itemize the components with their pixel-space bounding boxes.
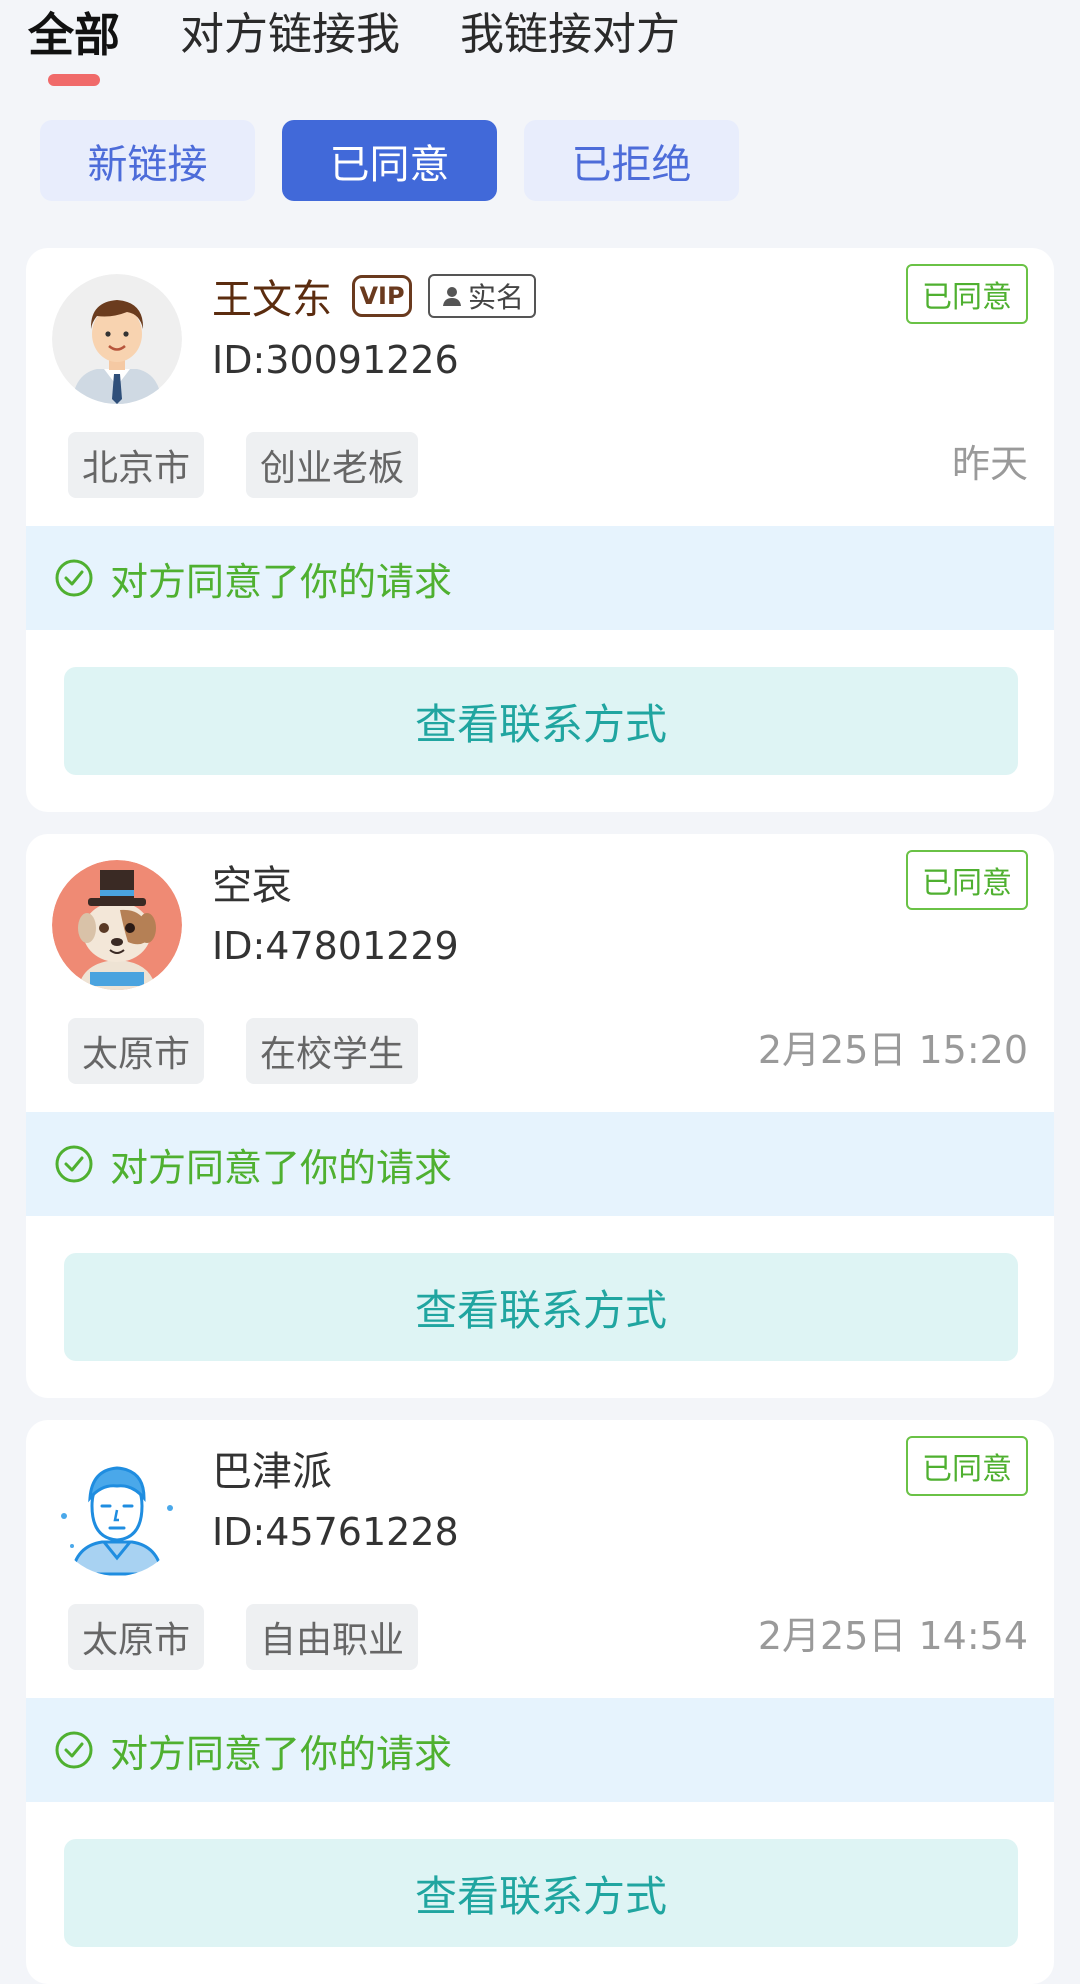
notice-text: 对方同意了你的请求 <box>110 559 453 604</box>
filter-new-button[interactable]: 新链接 <box>40 120 255 201</box>
avatar[interactable] <box>52 274 182 404</box>
view-contact-button[interactable]: 查看联系方式 <box>64 667 1018 775</box>
timestamp: 2月25日 14:54 <box>757 1614 1028 1658</box>
city-tag: 太原市 <box>68 1018 205 1084</box>
timestamp: 昨天 <box>951 442 1028 486</box>
person-icon <box>443 287 461 306</box>
occupation-tag: 创业老板 <box>246 432 419 498</box>
link-card[interactable]: 王文东 VIP 实名 ID:30091226 已同意 北京市 创业老板 昨天 对… <box>26 248 1054 812</box>
notice-bar: 对方同意了你的请求 <box>26 526 1054 630</box>
user-name: 王文东 <box>212 277 332 323</box>
user-id: ID:45761228 <box>212 1510 459 1554</box>
name-row: 巴津派 <box>212 1438 332 1498</box>
businessman-avatar-icon <box>52 274 182 404</box>
link-card[interactable]: 巴津派 ID:45761228 已同意 太原市 自由职业 2月25日 14:54… <box>26 1420 1054 1984</box>
man-outline-avatar-icon <box>52 1446 182 1576</box>
tab-they-linked-me-label: 对方链接我 <box>180 9 400 60</box>
link-card[interactable]: 空哀 ID:47801229 已同意 太原市 在校学生 2月25日 15:20 … <box>26 834 1054 1398</box>
realname-label: 实名 <box>468 281 525 314</box>
check-circle-icon <box>55 1731 93 1769</box>
filter-agreed-button[interactable]: 已同意 <box>282 120 497 201</box>
status-badge: 已同意 <box>906 264 1028 324</box>
tab-i-linked-them[interactable]: 我链接对方 <box>460 0 680 70</box>
city-tag: 北京市 <box>68 432 205 498</box>
dog-avatar-icon <box>52 860 182 990</box>
occupation-tag: 在校学生 <box>246 1018 419 1084</box>
vip-badge: VIP <box>352 275 412 317</box>
tag-list: 太原市 在校学生 <box>68 1018 460 1084</box>
check-circle-icon <box>55 559 93 597</box>
user-name: 巴津派 <box>212 1449 332 1495</box>
notice-bar: 对方同意了你的请求 <box>26 1698 1054 1802</box>
tag-list: 太原市 自由职业 <box>68 1604 460 1670</box>
view-contact-button[interactable]: 查看联系方式 <box>64 1253 1018 1361</box>
avatar[interactable] <box>52 860 182 990</box>
occupation-tag: 自由职业 <box>246 1604 419 1670</box>
notice-text: 对方同意了你的请求 <box>110 1145 453 1190</box>
status-badge: 已同意 <box>906 850 1028 910</box>
name-row: 空哀 <box>212 852 292 912</box>
check-circle-icon <box>55 1145 93 1183</box>
status-badge: 已同意 <box>906 1436 1028 1496</box>
tag-list: 北京市 创业老板 <box>68 432 460 498</box>
filter-rejected-button[interactable]: 已拒绝 <box>524 120 739 201</box>
tab-all[interactable]: 全部 <box>28 0 120 86</box>
user-name: 空哀 <box>212 863 292 909</box>
realname-badge: 实名 <box>428 274 537 318</box>
top-tab-bar: 全部 对方链接我 我链接对方 <box>28 0 740 90</box>
status-filter-group: 新链接 已同意 已拒绝 <box>40 120 766 201</box>
view-contact-button[interactable]: 查看联系方式 <box>64 1839 1018 1947</box>
user-id: ID:47801229 <box>212 924 459 968</box>
city-tag: 太原市 <box>68 1604 205 1670</box>
tab-they-linked-me[interactable]: 对方链接我 <box>180 0 400 70</box>
name-row: 王文东 VIP 实名 <box>212 266 537 326</box>
notice-bar: 对方同意了你的请求 <box>26 1112 1054 1216</box>
tab-all-label: 全部 <box>28 8 120 62</box>
notice-text: 对方同意了你的请求 <box>110 1731 453 1776</box>
tab-i-linked-them-label: 我链接对方 <box>460 9 680 60</box>
avatar[interactable] <box>52 1446 182 1576</box>
user-id: ID:30091226 <box>212 338 459 382</box>
active-tab-indicator <box>48 74 100 86</box>
timestamp: 2月25日 15:20 <box>757 1028 1028 1072</box>
